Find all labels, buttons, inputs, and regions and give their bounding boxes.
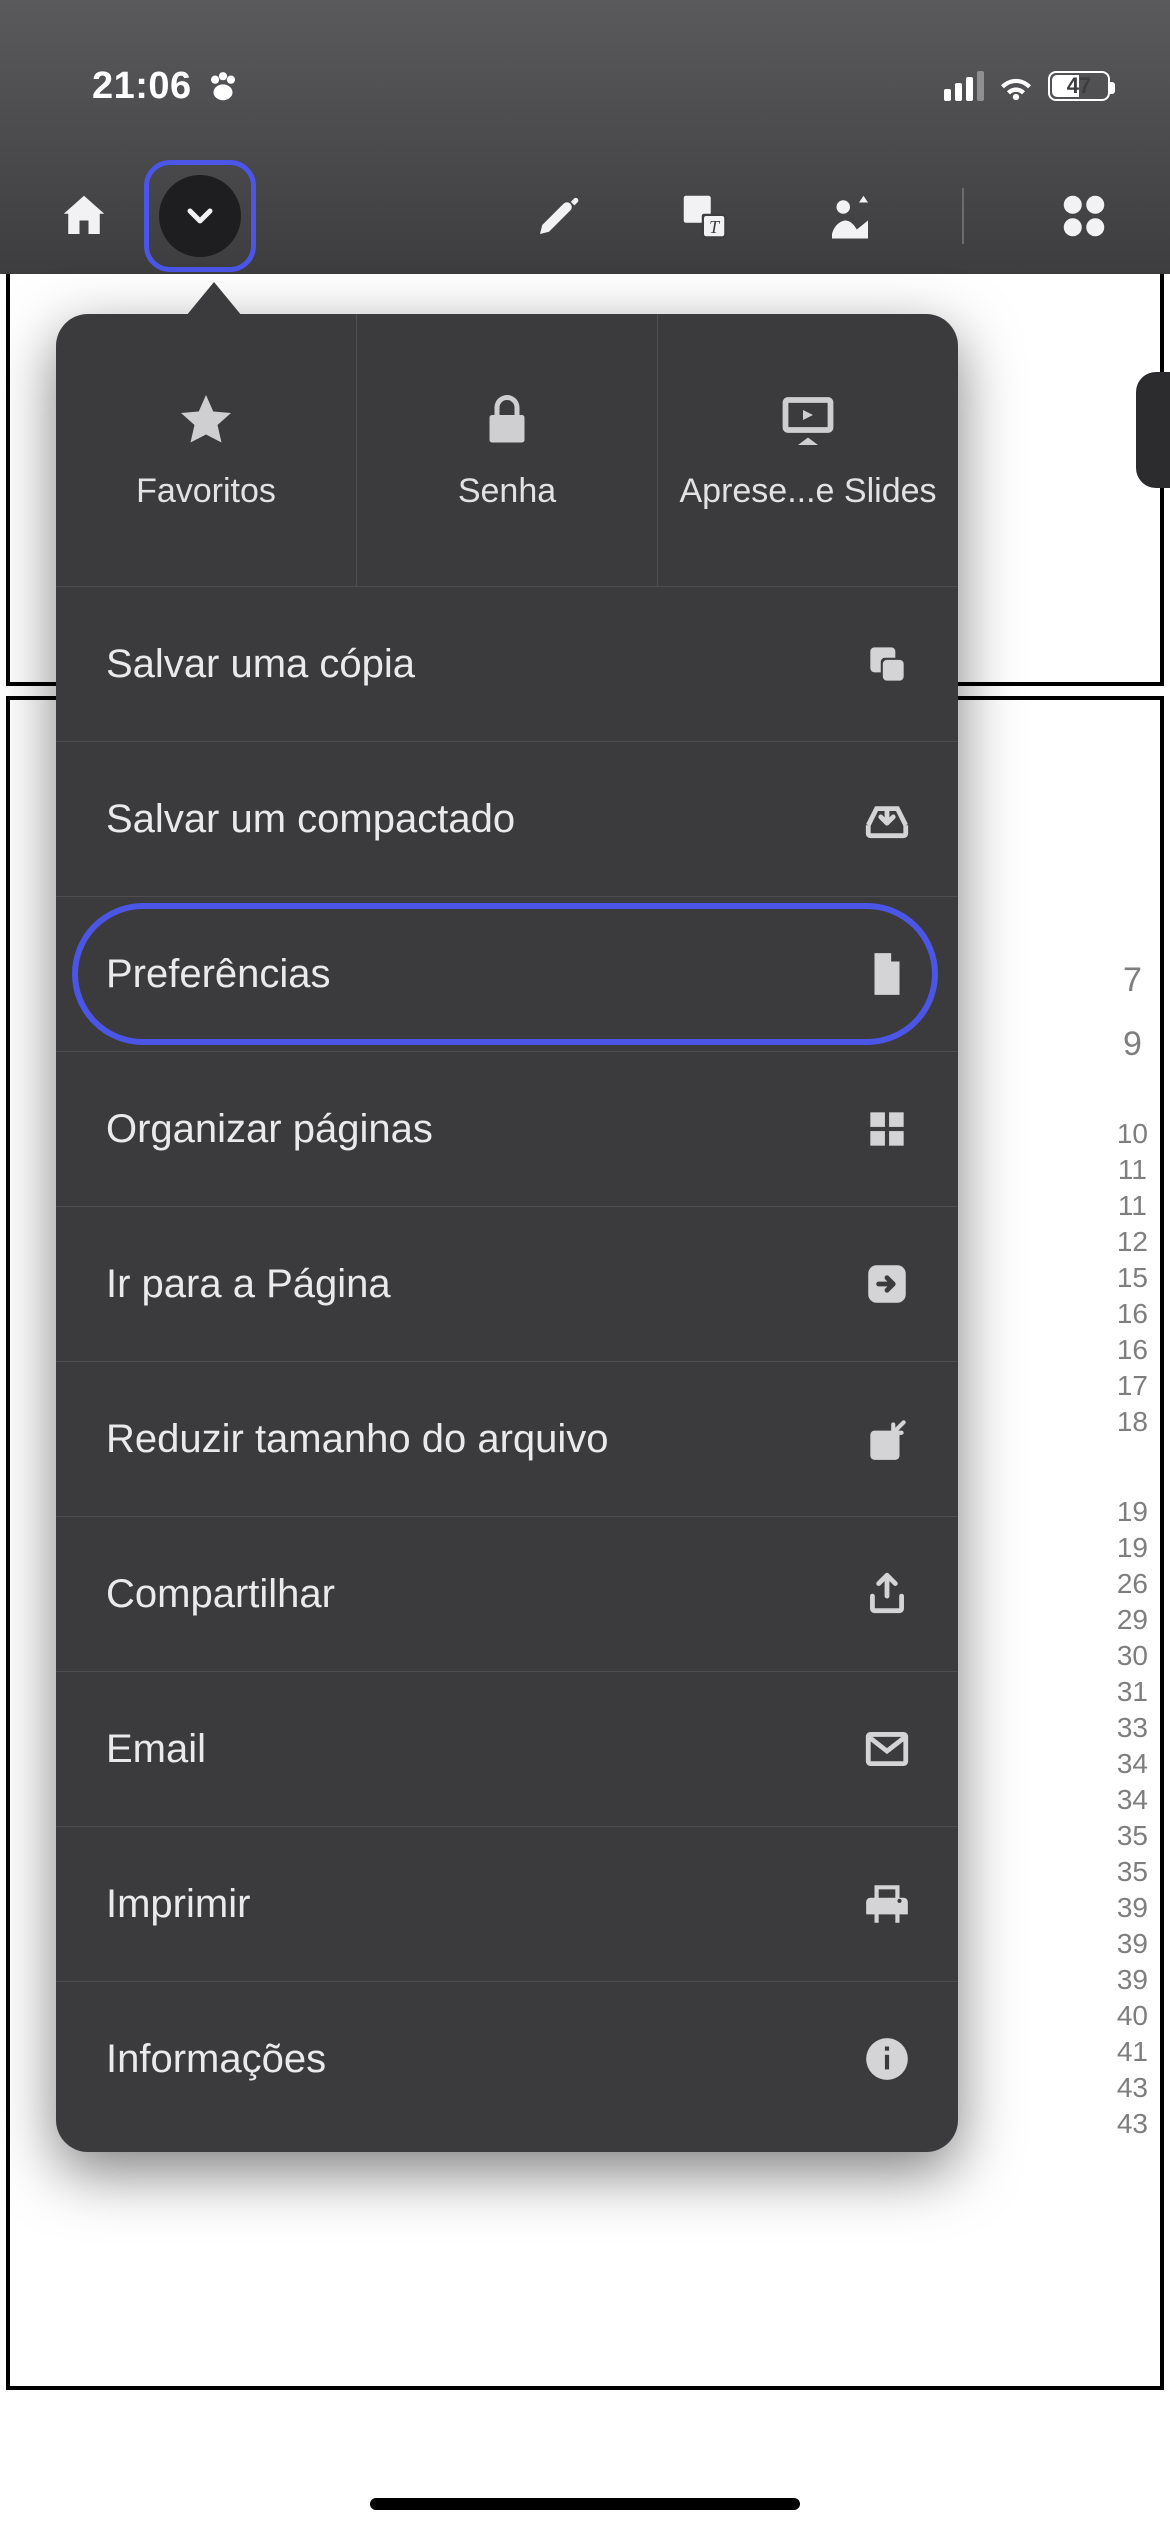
menu-list: Salvar uma cópia Salvar um compactado Pr… — [56, 586, 958, 2136]
home-indicator — [370, 2498, 800, 2510]
page-number: 40 — [1117, 1998, 1148, 2034]
page-number: 39 — [1117, 1890, 1148, 1926]
home-button[interactable] — [50, 182, 118, 250]
inbox-download-icon — [862, 794, 912, 844]
quick-password[interactable]: Senha — [357, 314, 658, 586]
share-icon — [862, 1569, 912, 1619]
page-number: 19 — [1117, 1494, 1148, 1530]
copy-icon — [862, 639, 912, 689]
page-number: 16 — [1117, 1332, 1148, 1368]
dropdown-menu: Favoritos Senha Aprese...e Slides Salvar… — [56, 314, 958, 2152]
page-number: 33 — [1117, 1710, 1148, 1746]
page-number: 29 — [1117, 1602, 1148, 1638]
page-number: 30 — [1117, 1638, 1148, 1674]
menu-preferences[interactable]: Preferências — [56, 896, 958, 1051]
menu-save-copy[interactable]: Salvar uma cópia — [56, 586, 958, 741]
edge-tab[interactable] — [1136, 372, 1170, 488]
status-time: 21:06 — [92, 65, 192, 108]
wifi-icon — [996, 66, 1036, 106]
quick-label: Favoritos — [136, 472, 276, 511]
page-number: 15 — [1117, 1260, 1148, 1296]
page-number: 11 — [1117, 1188, 1148, 1224]
popover-arrow — [186, 282, 242, 316]
menu-info[interactable]: Informações — [56, 1981, 958, 2136]
page-number: 10 — [1117, 1116, 1148, 1152]
menu-organize-pages[interactable]: Organizar páginas — [56, 1051, 958, 1206]
chevron-down-icon — [180, 196, 220, 236]
page-number: 12 — [1117, 1224, 1148, 1260]
printer-icon — [862, 1879, 912, 1929]
menu-print[interactable]: Imprimir — [56, 1826, 958, 1981]
battery-icon: 47 — [1048, 71, 1110, 101]
arrow-right-box-icon — [862, 1259, 912, 1309]
page-number: 34 — [1117, 1782, 1148, 1818]
menu-reduce-size[interactable]: Reduzir tamanho do arquivo — [56, 1361, 958, 1516]
page-number: 7 — [1117, 962, 1148, 998]
status-bar: 21:06 47 — [0, 56, 1170, 116]
quick-favorites[interactable]: Favoritos — [56, 314, 357, 586]
page-number: 31 — [1117, 1674, 1148, 1710]
cellular-icon — [944, 71, 984, 101]
page-number: 34 — [1117, 1746, 1148, 1782]
compress-icon — [862, 1414, 912, 1464]
quick-label: Aprese...e Slides — [679, 472, 936, 511]
page-number: 35 — [1117, 1818, 1148, 1854]
highlighter-button[interactable] — [524, 182, 592, 250]
quick-slideshow[interactable]: Aprese...e Slides — [658, 314, 958, 586]
page-number: 26 — [1117, 1566, 1148, 1602]
insert-image-button[interactable] — [816, 182, 884, 250]
page-number: 16 — [1117, 1296, 1148, 1332]
page-number: 39 — [1117, 1962, 1148, 1998]
info-icon — [862, 2034, 912, 2084]
page-number: 43 — [1117, 2070, 1148, 2106]
toolbar: T — [0, 160, 1170, 272]
toolbar-divider — [962, 188, 964, 244]
menu-goto-page[interactable]: Ir para a Página — [56, 1206, 958, 1361]
document-icon — [862, 949, 912, 999]
menu-share[interactable]: Compartilhar — [56, 1516, 958, 1671]
lock-icon — [477, 390, 537, 450]
quick-label: Senha — [458, 472, 556, 511]
page-number: 43 — [1117, 2106, 1148, 2142]
presentation-icon — [778, 390, 838, 450]
mail-icon — [862, 1724, 912, 1774]
text-image-button[interactable]: T — [670, 182, 738, 250]
page-number: 19 — [1117, 1530, 1148, 1566]
page-number: 9 — [1117, 1026, 1148, 1062]
page-number: 17 — [1117, 1368, 1148, 1404]
page-number: 11 — [1117, 1152, 1148, 1188]
grid-icon — [862, 1104, 912, 1154]
page-number: 41 — [1117, 2034, 1148, 2070]
page-number-sidebar: 7 9 101111121516161718 19192629303133343… — [1117, 962, 1148, 2196]
paw-icon — [204, 67, 242, 105]
page-number: 35 — [1117, 1854, 1148, 1890]
star-icon — [176, 390, 236, 450]
quick-actions-row: Favoritos Senha Aprese...e Slides — [56, 314, 958, 586]
page-number: 39 — [1117, 1926, 1148, 1962]
apps-grid-button[interactable] — [1050, 182, 1118, 250]
menu-save-zip[interactable]: Salvar um compactado — [56, 741, 958, 896]
dropdown-toggle[interactable] — [144, 160, 256, 272]
menu-email[interactable]: Email — [56, 1671, 958, 1826]
page-number: 18 — [1117, 1404, 1148, 1440]
